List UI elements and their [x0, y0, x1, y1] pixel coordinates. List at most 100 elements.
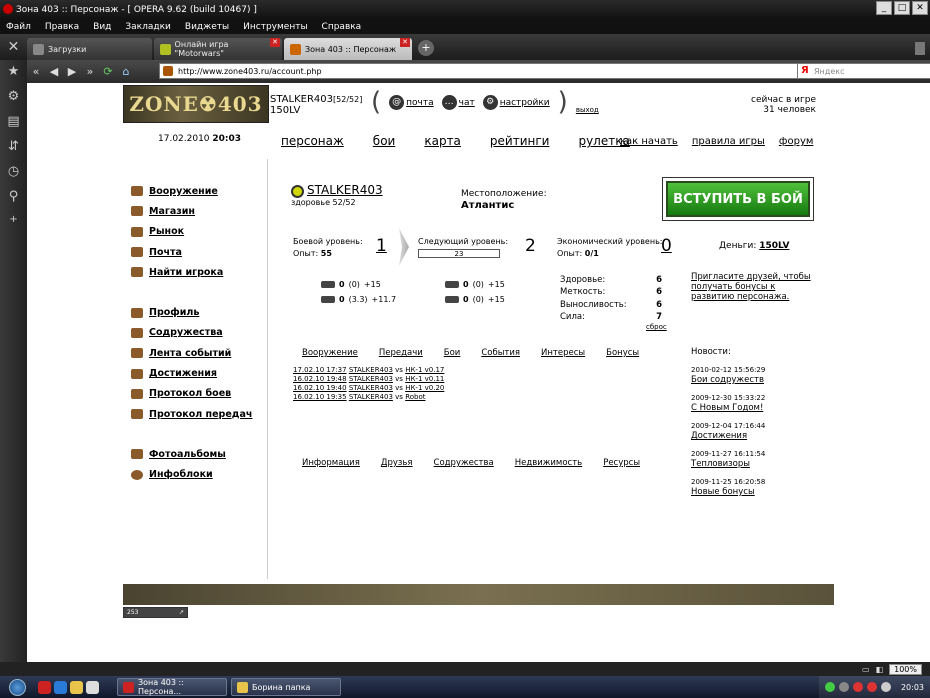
tab-battles[interactable]: Бои: [444, 348, 461, 358]
tab-interests[interactable]: Интересы: [541, 348, 585, 358]
nav-character[interactable]: персонаж: [281, 134, 344, 148]
volume-icon[interactable]: [880, 682, 891, 692]
media-icon[interactable]: [86, 680, 99, 694]
menu-widgets[interactable]: Виджеты: [185, 22, 229, 32]
close-tab-icon[interactable]: ✕: [400, 38, 410, 47]
notes-icon[interactable]: ▤: [7, 114, 19, 129]
minimize-button[interactable]: _: [876, 1, 892, 15]
chat-link[interactable]: … чат: [441, 94, 475, 110]
start-button[interactable]: [0, 676, 34, 698]
nav-ratings[interactable]: рейтинги: [490, 134, 550, 148]
home-icon[interactable]: ⌂: [117, 63, 135, 81]
tab-bonuses[interactable]: Бонусы: [606, 348, 639, 358]
menu-help[interactable]: Справка: [322, 22, 362, 32]
maximize-button[interactable]: □: [894, 1, 910, 15]
tab-events[interactable]: События: [481, 348, 520, 358]
new-tab-icon[interactable]: +: [418, 40, 434, 56]
tab-resources[interactable]: Ресурсы: [603, 458, 640, 468]
opera-icon[interactable]: [38, 680, 51, 694]
menu-find-player[interactable]: Найти игрока: [131, 262, 252, 282]
character-name[interactable]: STALKER403: [307, 183, 383, 197]
menu-mail[interactable]: Почта: [131, 242, 252, 262]
zone403-logo[interactable]: ZONE☢403: [123, 85, 269, 123]
tab-communities[interactable]: Содружества: [434, 458, 494, 468]
tab-zone403[interactable]: Зона 403 :: Персонаж ✕: [284, 38, 412, 60]
econ-level-value[interactable]: 0: [661, 236, 672, 256]
menu-weapons[interactable]: Вооружение: [131, 181, 252, 201]
money-value[interactable]: 150LV: [759, 241, 789, 251]
menu-transfer-log[interactable]: Протокол передач: [131, 404, 252, 424]
combat-level-value[interactable]: 1: [376, 236, 387, 256]
tab-friends[interactable]: Друзья: [381, 458, 413, 468]
invite-friends-link[interactable]: Пригласите друзей, чтобы получать бонусы…: [691, 272, 815, 302]
reload-icon[interactable]: ⟳: [99, 63, 117, 81]
nav-how-to-start[interactable]: как начать: [620, 136, 678, 147]
folder-icon[interactable]: [70, 680, 83, 694]
trash-icon[interactable]: [915, 42, 925, 55]
menu-event-feed[interactable]: Лента событий: [131, 343, 252, 363]
nav-forum[interactable]: форум: [779, 136, 813, 147]
menu-edit[interactable]: Правка: [45, 22, 79, 32]
menu-tools[interactable]: Инструменты: [243, 22, 307, 32]
tab-weapons[interactable]: Вооружение: [302, 348, 358, 358]
reset-stats-link[interactable]: сброс: [646, 323, 667, 331]
taskbar-button-folder[interactable]: Борина папка: [231, 678, 341, 696]
news-link[interactable]: Тепловизоры: [691, 459, 765, 470]
tab-motorwars[interactable]: Онлайн игра "Motorwars" ✕: [154, 38, 282, 60]
tab-property[interactable]: Недвижимость: [515, 458, 582, 468]
nav-map[interactable]: карта: [424, 134, 461, 148]
rewind-icon[interactable]: «: [27, 63, 45, 81]
fast-forward-icon[interactable]: »: [81, 63, 99, 81]
menu-achievements[interactable]: Достижения: [131, 363, 252, 383]
menu-bookmarks[interactable]: Закладки: [125, 22, 171, 32]
menu-market[interactable]: Рынок: [131, 222, 252, 242]
tray-icon[interactable]: [866, 682, 877, 692]
menu-profile[interactable]: Профиль: [131, 302, 252, 322]
ie-icon[interactable]: [54, 680, 67, 694]
add-panel-icon[interactable]: +: [9, 214, 17, 225]
settings-link[interactable]: ⚙ настройки: [482, 94, 550, 110]
tray-icon[interactable]: [824, 682, 835, 692]
menu-view[interactable]: Вид: [93, 22, 111, 32]
tray-icon[interactable]: [838, 682, 849, 692]
links-icon[interactable]: ⚲: [9, 189, 19, 204]
forward-icon[interactable]: ▶: [63, 63, 81, 81]
weapon-slot-4: 0 (0) +15: [445, 295, 505, 304]
tab-downloads[interactable]: Загрузки: [27, 38, 152, 60]
taskbar-button-opera[interactable]: Зона 403 :: Персона...: [117, 678, 227, 696]
menu-photo-albums[interactable]: Фотоальбомы: [131, 444, 252, 464]
tab-information[interactable]: Информация: [302, 458, 360, 468]
news-link[interactable]: Достижения: [691, 431, 765, 442]
tray-icon[interactable]: [852, 682, 863, 692]
close-button[interactable]: ✕: [912, 1, 928, 15]
close-tab-icon[interactable]: ✕: [270, 38, 280, 47]
visit-counter[interactable]: 253 ↗: [123, 607, 188, 618]
news-link[interactable]: Бои содружеств: [691, 375, 765, 386]
menu-battle-log[interactable]: Протокол боев: [131, 384, 252, 404]
news-date: 2009-11-27 16:11:54: [691, 450, 766, 458]
search-field[interactable]: Я Яндекс ▾: [797, 63, 930, 79]
url-field[interactable]: http://www.zone403.ru/account.php ▾: [159, 63, 821, 79]
tools-icon[interactable]: ✕: [0, 34, 27, 60]
mail-link[interactable]: @ почта: [389, 94, 434, 110]
transfers-icon[interactable]: ⇵: [8, 139, 19, 154]
fight-button[interactable]: ВСТУПИТЬ В БОЙ: [662, 177, 814, 221]
nav-battles[interactable]: бои: [373, 134, 396, 148]
history-icon[interactable]: ◷: [8, 164, 19, 179]
zoom-control[interactable]: 100%: [889, 663, 922, 675]
tab-transfers[interactable]: Передачи: [379, 348, 423, 358]
news-link[interactable]: С Новым Годом!: [691, 403, 765, 414]
menu-file[interactable]: Файл: [6, 22, 31, 32]
bookmarks-icon[interactable]: ★: [8, 64, 20, 79]
menu-shop[interactable]: Магазин: [131, 201, 252, 221]
back-icon[interactable]: ◀: [45, 63, 63, 81]
menu-infoblocks[interactable]: Инфоблоки: [131, 465, 252, 485]
view-icon[interactable]: ◧: [876, 665, 884, 674]
panel-toggle-icon[interactable]: ▭: [862, 665, 870, 674]
exit-link[interactable]: выход: [576, 106, 599, 114]
settings-icon[interactable]: ⚙: [8, 89, 20, 104]
menu-communities[interactable]: Содружества: [131, 323, 252, 343]
clock[interactable]: 20:03: [901, 683, 924, 692]
nav-rules[interactable]: правила игры: [692, 136, 765, 147]
news-link[interactable]: Новые бонусы: [691, 487, 765, 498]
